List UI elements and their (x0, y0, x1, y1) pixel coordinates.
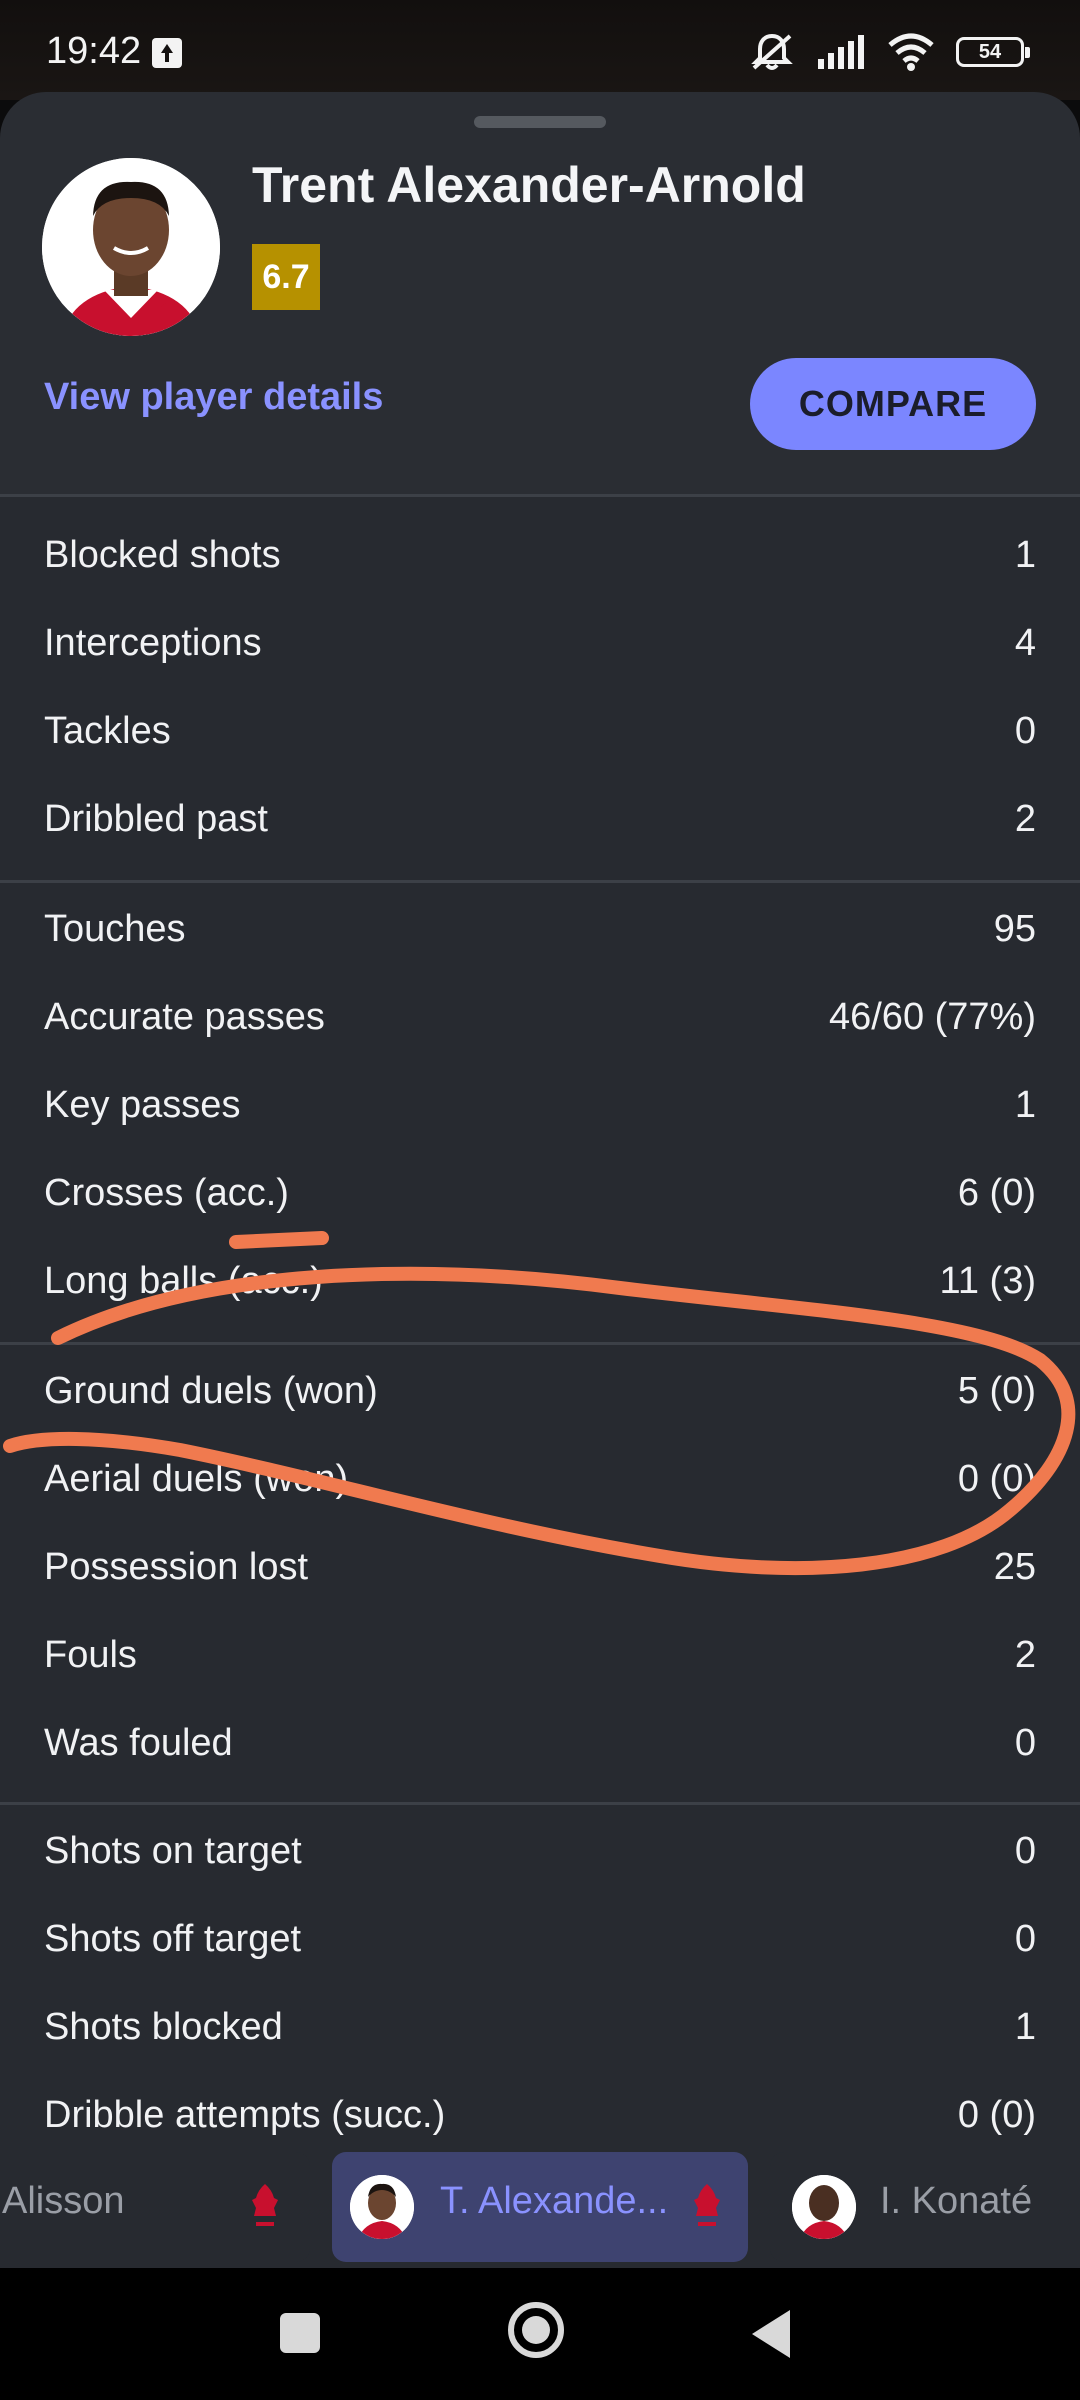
stat-value: 4 (1014, 622, 1036, 664)
stat-label: Key passes (44, 1084, 241, 1126)
stat-label: Long balls (acc.) (44, 1260, 323, 1302)
stat-label: Accurate passes (44, 996, 325, 1038)
stat-row: Ground duels (won) 5 (0) (0, 1348, 1080, 1436)
rating-badge: 6.7 (252, 244, 320, 310)
battery-icon: 54 (956, 37, 1030, 67)
player-chip-name: I. Konaté (880, 2180, 1033, 2222)
stat-value: 46/60 (77%) (828, 996, 1036, 1038)
mute-icon (751, 33, 793, 70)
recent-apps-icon[interactable] (280, 2313, 320, 2353)
stat-label: Dribble attempts (succ.) (44, 2094, 446, 2136)
stats-list: Blocked shots 1 Interceptions 4 Tackles … (0, 494, 1080, 2234)
stat-row: Crosses (acc.) 6 (0) (0, 1150, 1080, 1238)
stat-value: 11 (3) (939, 1260, 1036, 1302)
player-switcher: Alisson T. Alexande... I. Konaté (0, 2142, 1080, 2268)
drag-handle[interactable] (474, 116, 606, 128)
system-nav-bar (0, 2268, 1080, 2400)
stat-value: 1 (1014, 534, 1036, 576)
player-chip-name: T. Alexande... (440, 2180, 669, 2222)
signal-icon (818, 35, 864, 69)
stat-label: Possession lost (44, 1546, 309, 1588)
svg-text:LFC: LFC (159, 325, 178, 336)
stat-value: 0 (1014, 1722, 1036, 1764)
stat-row: Aerial duels (won) 0 (0) (0, 1436, 1080, 1524)
stat-value: 1 (1014, 1084, 1036, 1126)
home-icon[interactable] (508, 2302, 564, 2358)
wifi-icon (888, 33, 934, 71)
stat-value: 2 (1014, 798, 1036, 840)
divider (0, 880, 1080, 883)
stat-label: Aerial duels (won) (44, 1458, 349, 1500)
stat-value: 0 (0) (957, 1458, 1036, 1500)
status-bar: 19:42 54 (0, 0, 1080, 100)
stat-label: Touches (44, 908, 186, 950)
stat-row: Long balls (acc.) 11 (3) (0, 1238, 1080, 1326)
stat-value: 6 (0) (957, 1172, 1036, 1214)
stat-value: 1 (1014, 2006, 1036, 2048)
stat-row: Possession lost 25 (0, 1524, 1080, 1612)
player-chip-konate[interactable]: I. Konaté (770, 2152, 1080, 2262)
stat-row: Shots blocked 1 (0, 1984, 1080, 2072)
stat-value: 25 (993, 1546, 1036, 1588)
stat-row: Shots on target 0 (0, 1808, 1080, 1896)
player-sheet: LFC Trent Alexander-Arnold 6.7 View play… (0, 92, 1080, 2268)
player-chip-avatar (792, 2175, 856, 2239)
liverpool-crest-icon (252, 2184, 278, 2226)
stat-row: Touches 95 (0, 886, 1080, 974)
stat-value: 2 (1014, 1634, 1036, 1676)
stat-row: Dribbled past 2 (0, 776, 1080, 864)
stat-value: 0 (1014, 1918, 1036, 1960)
status-icons: 54 (750, 30, 1030, 74)
stat-label: Ground duels (won) (44, 1370, 378, 1412)
stat-label: Crosses (acc.) (44, 1172, 289, 1214)
divider (0, 1342, 1080, 1345)
view-player-details-link[interactable]: View player details (44, 376, 383, 419)
compare-button[interactable]: COMPARE (750, 358, 1036, 450)
stat-row: Accurate passes 46/60 (77%) (0, 974, 1080, 1062)
liverpool-crest-icon (694, 2184, 720, 2226)
player-chip-alexander-arnold[interactable]: T. Alexande... (332, 2152, 748, 2262)
player-chip-alisson[interactable]: Alisson (0, 2152, 310, 2262)
stat-label: Interceptions (44, 622, 262, 664)
stat-row: Shots off target 0 (0, 1896, 1080, 1984)
stat-row: Key passes 1 (0, 1062, 1080, 1150)
status-time: 19:42 (46, 30, 142, 72)
stat-label: Was fouled (44, 1722, 233, 1764)
stat-label: Shots blocked (44, 2006, 283, 2048)
stat-label: Shots on target (44, 1830, 302, 1872)
stat-label: Blocked shots (44, 534, 281, 576)
stat-value: 0 (0) (957, 2094, 1036, 2136)
stat-value: 5 (0) (957, 1370, 1036, 1412)
stat-label: Shots off target (44, 1918, 302, 1960)
stat-value: 0 (1014, 1830, 1036, 1872)
stat-label: Dribbled past (44, 798, 268, 840)
player-name: Trent Alexander-Arnold (252, 157, 806, 213)
player-chip-avatar (350, 2175, 414, 2239)
player-avatar: LFC (42, 158, 220, 336)
stat-row: Was fouled 0 (0, 1700, 1080, 1788)
stat-label: Fouls (44, 1634, 137, 1676)
stat-row: Fouls 2 (0, 1612, 1080, 1700)
stat-row: Interceptions 4 (0, 600, 1080, 688)
stat-value: 0 (1014, 710, 1036, 752)
divider (0, 494, 1080, 497)
stat-value: 95 (993, 908, 1036, 950)
stat-row: Tackles 0 (0, 688, 1080, 776)
upload-icon (152, 38, 182, 68)
player-chip-name: Alisson (2, 2180, 125, 2222)
back-icon[interactable] (752, 2310, 790, 2358)
stat-row: Blocked shots 1 (0, 512, 1080, 600)
stat-label: Tackles (44, 710, 171, 752)
divider (0, 1802, 1080, 1805)
